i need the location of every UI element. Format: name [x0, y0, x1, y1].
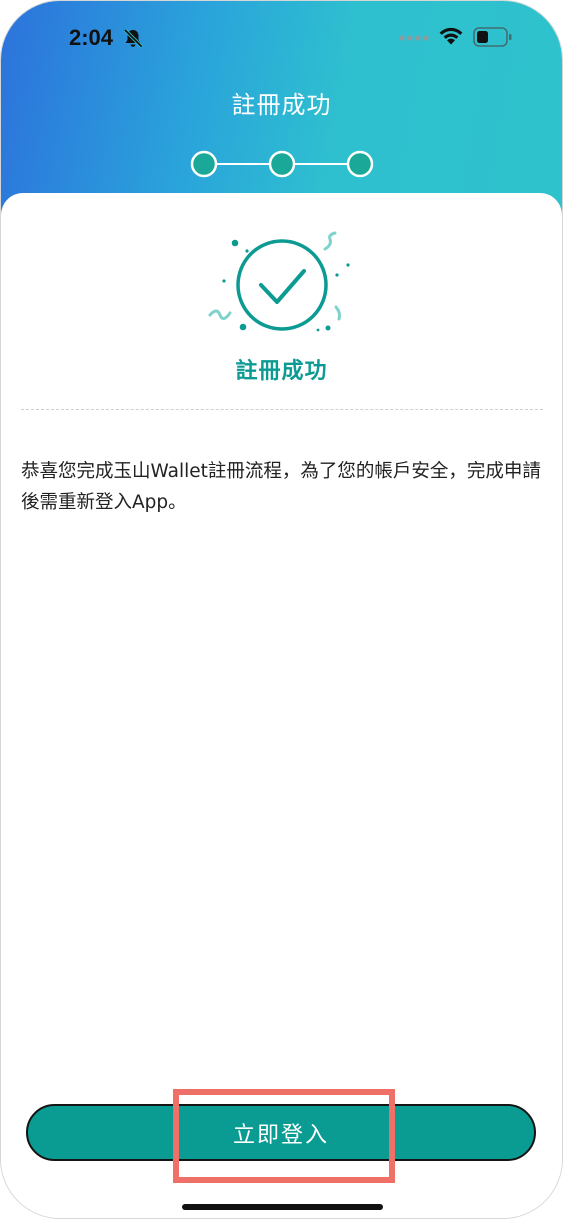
home-indicator: [182, 1204, 383, 1210]
status-time: 2:04: [69, 25, 114, 50]
status-bar: 2:04: [1, 1, 562, 73]
content-card: [1, 193, 562, 1218]
login-now-button[interactable]: 立即登入: [26, 1104, 536, 1161]
dashed-divider: [21, 409, 543, 410]
cellular-dots-icon: [399, 35, 429, 41]
step-2-complete: [268, 150, 296, 178]
success-title: 註冊成功: [235, 359, 328, 384]
success-message: 恭喜您完成玉山Wallet註冊流程，為了您的帳戶安全，完成申請後需重新登入App…: [21, 461, 541, 513]
wifi-icon: [439, 27, 463, 45]
battery-icon: [473, 27, 512, 47]
page-title: 註冊成功: [231, 91, 332, 119]
step-3-complete: [346, 150, 374, 178]
bell-slash-icon: [123, 28, 143, 48]
check-circle-icon: [208, 231, 350, 332]
step-1-complete: [190, 150, 218, 178]
phone-screen: 2:04 註冊成功 註冊成功 恭喜您完成玉山Wallet註冊流程，為了您的帳戶安…: [0, 0, 563, 1219]
progress-stepper: [190, 150, 374, 178]
